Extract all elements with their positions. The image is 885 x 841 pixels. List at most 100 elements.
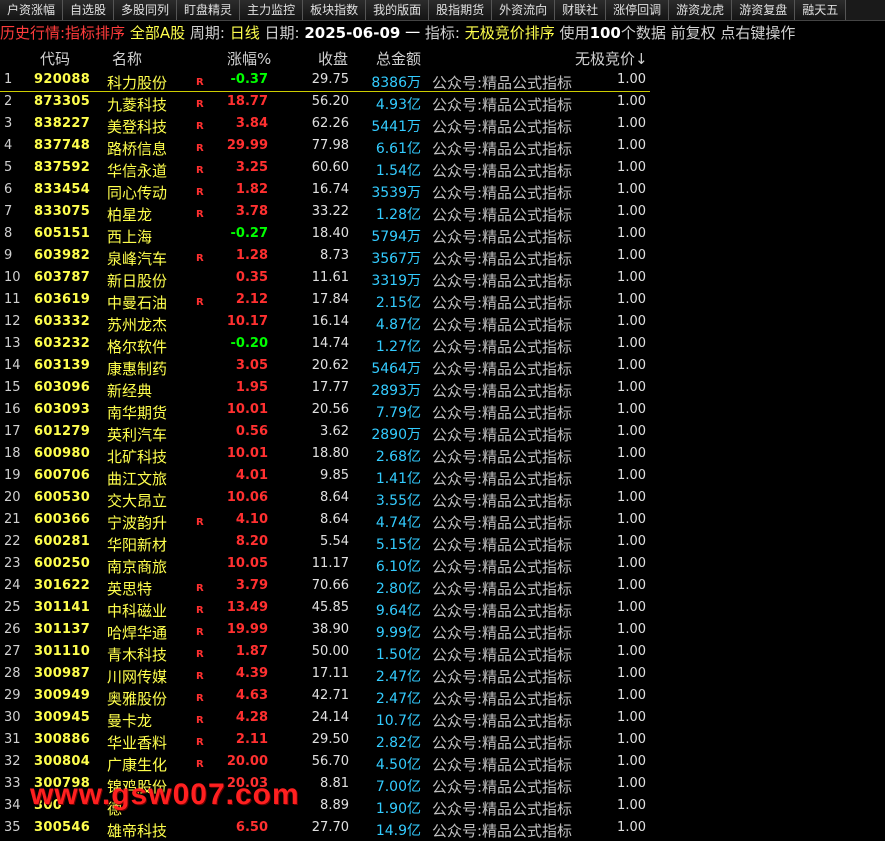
indicator-value: 1.00: [617, 226, 646, 241]
table-row[interactable]: 6 833454 同心传动 R 1.82 16.74 3539万 公众号:精品公式指标 1.00: [0, 180, 885, 202]
indicator-value: 1.00: [617, 336, 646, 351]
info-bar: 历史行情:指标排序 全部A股 周期: 日线 日期: 2025-06-09 一 指…: [0, 21, 885, 45]
margin-flag: R: [196, 165, 204, 176]
total-amount: 10.7亿: [375, 713, 421, 729]
close-price: 50.00: [311, 644, 349, 659]
stock-name: 曼卡龙: [107, 712, 153, 730]
nav-tab[interactable]: 财联社: [555, 0, 607, 20]
table-row[interactable]: 13 603232 格尔软件 -0.20 14.74 1.27亿 公众号:精品公式指标 1.0…: [0, 334, 885, 356]
stock-code: 603139: [34, 358, 91, 373]
stock-table: 1 920088 科力股份 R -0.37 29.75 8386万 公众号:精品公式指标 1.0…: [0, 70, 885, 840]
table-row[interactable]: 20 600530 交大昂立 10.06 8.64 3.55亿 公众号:精品公式指标 1.00: [0, 488, 885, 510]
nav-tab[interactable]: 我的版面: [366, 0, 430, 20]
table-row[interactable]: 10 603787 新日股份 0.35 11.61 3319万 公众号:精品公式指标 1.00: [0, 268, 885, 290]
period-value[interactable]: 日线: [230, 24, 260, 42]
table-row[interactable]: 23 600250 南京商旅 10.05 11.17 6.10亿 公众号:精品公式指标 1.0…: [0, 554, 885, 576]
table-row[interactable]: 16 603093 南华期货 10.01 20.56 7.79亿 公众号:精品公式指标 1.0…: [0, 400, 885, 422]
total-amount: 4.87亿: [375, 317, 421, 333]
indicator-value[interactable]: 无极竞价排序: [465, 24, 555, 42]
indicator-text: 公众号:精品公式指标: [432, 74, 573, 92]
column-header-name[interactable]: 名称: [112, 48, 142, 69]
close-price: 45.85: [311, 600, 349, 615]
stock-code: 600530: [34, 490, 91, 505]
table-row[interactable]: 7 833075 柏星龙 R 3.78 33.22 1.28亿 公众号:精品公式指标 1.00: [0, 202, 885, 224]
nav-tab[interactable]: 户资涨幅: [0, 0, 64, 20]
close-price: 29.50: [311, 732, 349, 747]
nav-tab[interactable]: 游资复盘: [732, 0, 796, 20]
table-row[interactable]: 5 837592 华信永道 R 3.25 60.60 1.54亿 公众号:精品公式指标 1.00: [0, 158, 885, 180]
change-percent: 10.01: [226, 402, 268, 417]
row-index: 7: [4, 204, 13, 219]
table-row[interactable]: 27 301110 青木科技 R 1.87 50.00 1.50亿 公众号:精品公式指标 1.0…: [0, 642, 885, 664]
margin-flag: R: [196, 671, 204, 682]
nav-tab[interactable]: 盯盘精灵: [177, 0, 241, 20]
stock-name: 路桥信息: [107, 140, 168, 158]
stock-name: 南京商旅: [107, 558, 168, 576]
row-index: 17: [4, 424, 21, 439]
column-header-code[interactable]: 代码: [40, 48, 70, 69]
indicator-text: 公众号:精品公式指标: [432, 822, 573, 840]
stock-name: 中科磁业: [107, 602, 168, 620]
table-row[interactable]: 29 300949 奥雅股份 R 4.63 42.71 2.47亿 公众号:精品公式指标 1.0…: [0, 686, 885, 708]
stock-code: 833454: [34, 182, 91, 197]
market-selector[interactable]: 全部A股: [130, 24, 185, 42]
date-dash: 一: [405, 24, 421, 42]
nav-tab[interactable]: 融天五: [795, 0, 847, 20]
table-row[interactable]: 3 838227 美登科技 R 3.84 62.26 5441万 公众号:精品公式指标 1.00: [0, 114, 885, 136]
indicator-value: 1.00: [617, 314, 646, 329]
column-header-change[interactable]: 涨幅%: [227, 48, 271, 69]
indicator-value: 1.00: [617, 732, 646, 747]
margin-flag: R: [196, 121, 204, 132]
stock-code: 300945: [34, 710, 91, 725]
nav-tab[interactable]: 主力监控: [240, 0, 304, 20]
indicator-value: 1.00: [617, 754, 646, 769]
column-header-amount[interactable]: 总金额: [376, 48, 421, 69]
table-row[interactable]: 26 301137 哈焊华通 R 19.99 38.90 9.99亿 公众号:精品公式指标 1.…: [0, 620, 885, 642]
indicator-text: 公众号:精品公式指标: [432, 404, 573, 422]
table-row[interactable]: 4 837748 路桥信息 R 29.99 77.98 6.61亿 公众号:精品公式指标 1.0…: [0, 136, 885, 158]
table-row[interactable]: 2 873305 九菱科技 R 18.77 56.20 4.93亿 公众号:精品公式指标 1.0…: [0, 92, 885, 114]
indicator-value: 1.00: [617, 94, 646, 109]
table-row[interactable]: 22 600281 华阳新材 8.20 5.54 5.15亿 公众号:精品公式指标 1.00: [0, 532, 885, 554]
table-row[interactable]: 15 603096 新经典 1.95 17.77 2893万 公众号:精品公式指标 1.00: [0, 378, 885, 400]
table-row[interactable]: 11 603619 中曼石油 R 2.12 17.84 2.15亿 公众号:精品公式指标 1.0…: [0, 290, 885, 312]
column-header-indicator[interactable]: 无极竞价↓: [575, 48, 648, 69]
table-row[interactable]: 19 600706 曲江文旅 4.01 9.85 1.41亿 公众号:精品公式指标 1.00: [0, 466, 885, 488]
table-row[interactable]: 35 300546 雄帝科技 6.50 27.70 14.9亿 公众号:精品公式指标 1.00: [0, 818, 885, 840]
nav-tab[interactable]: 板块指数: [303, 0, 367, 20]
table-row[interactable]: 31 300886 华业香料 R 2.11 29.50 2.82亿 公众号:精品公式指标 1.0…: [0, 730, 885, 752]
table-row[interactable]: 21 600366 宁波韵升 R 4.10 8.64 4.74亿 公众号:精品公式指标 1.00: [0, 510, 885, 532]
table-row[interactable]: 28 300987 川网传媒 R 4.39 17.11 2.47亿 公众号:精品公式指标 1.0…: [0, 664, 885, 686]
indicator-text: 公众号:精品公式指标: [432, 338, 573, 356]
table-row[interactable]: 14 603139 康惠制药 3.05 20.62 5464万 公众号:精品公式指标 1.00: [0, 356, 885, 378]
table-row[interactable]: 17 601279 英利汽车 0.56 3.62 2890万 公众号:精品公式指标 1.00: [0, 422, 885, 444]
table-row[interactable]: 9 603982 泉峰汽车 R 1.28 8.73 3567万 公众号:精品公式指标 1.00: [0, 246, 885, 268]
table-row[interactable]: 30 300945 曼卡龙 R 4.28 24.14 10.7亿 公众号:精品公式指标 1.00: [0, 708, 885, 730]
watermark: www.gsw007.com: [30, 778, 300, 811]
row-index: 23: [4, 556, 21, 571]
nav-tab[interactable]: 游资龙虎: [669, 0, 733, 20]
table-row[interactable]: 24 301622 英思特 R 3.79 70.66 2.80亿 公众号:精品公式指标 1.00: [0, 576, 885, 598]
stock-name: 川网传媒: [107, 668, 168, 686]
table-row[interactable]: 25 301141 中科磁业 R 13.49 45.85 9.64亿 公众号:精品公式指标 1.…: [0, 598, 885, 620]
stock-name: 苏州龙杰: [107, 316, 168, 334]
indicator-text: 公众号:精品公式指标: [432, 382, 573, 400]
table-row[interactable]: 32 300804 广康生化 R 20.00 56.70 4.50亿 公众号:精品公式指标 1.…: [0, 752, 885, 774]
row-index: 30: [4, 710, 21, 725]
nav-tab[interactable]: 外资流向: [492, 0, 556, 20]
row-index: 21: [4, 512, 21, 527]
change-percent: 10.05: [226, 556, 268, 571]
table-row[interactable]: 8 605151 西上海 -0.27 18.40 5794万 公众号:精品公式指标 1.00: [0, 224, 885, 246]
nav-tab[interactable]: 自选股: [63, 0, 115, 20]
stock-code: 603982: [34, 248, 91, 263]
date-value[interactable]: 2025-06-09: [304, 24, 400, 42]
table-row[interactable]: 18 600980 北矿科技 10.01 18.80 2.68亿 公众号:精品公式指标 1.0…: [0, 444, 885, 466]
nav-tab[interactable]: 股指期货: [429, 0, 493, 20]
nav-tab[interactable]: 涨停回调: [606, 0, 670, 20]
table-row[interactable]: 1 920088 科力股份 R -0.37 29.75 8386万 公众号:精品公式指标 1.0…: [0, 70, 885, 92]
stock-code: 603232: [34, 336, 91, 351]
table-row[interactable]: 12 603332 苏州龙杰 10.17 16.14 4.87亿 公众号:精品公式指标 1.0…: [0, 312, 885, 334]
stock-name: 西上海: [107, 228, 153, 246]
column-header-close[interactable]: 收盘: [318, 48, 348, 69]
nav-tab[interactable]: 多股同列: [114, 0, 178, 20]
